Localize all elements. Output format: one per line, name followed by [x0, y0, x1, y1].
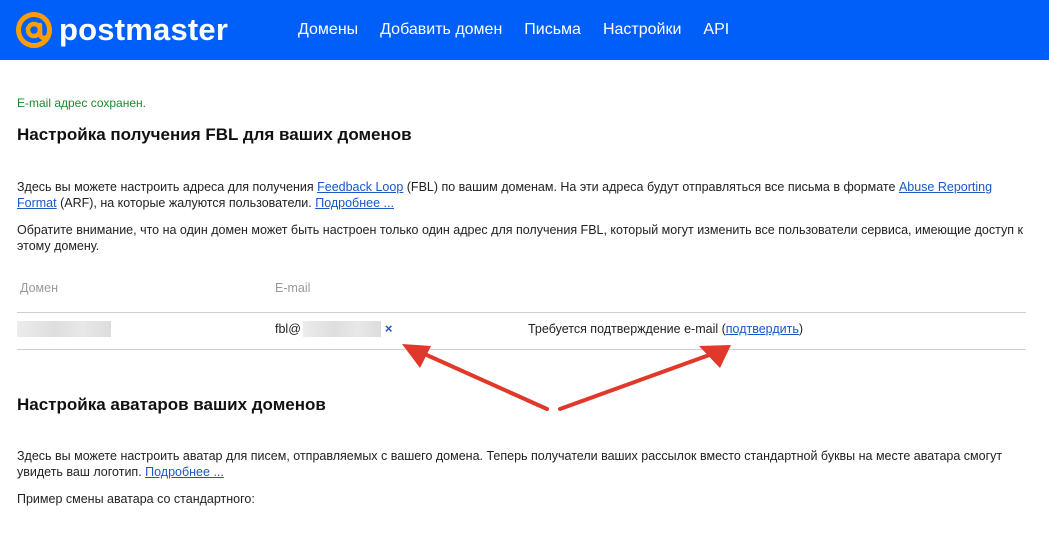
at-sign-icon: [16, 12, 52, 48]
top-header: postmaster Домены Добавить домен Письма …: [0, 0, 1049, 60]
fbl-intro-text: Здесь вы можете настроить адреса для пол…: [17, 179, 1027, 211]
fbl-email-prefix: fbl@: [275, 322, 301, 336]
column-header-domain: Домен: [20, 281, 59, 295]
avatar-example-label: Пример смены аватара со стандартного:: [17, 492, 255, 506]
fbl-section-title: Настройка получения FBL для ваших домено…: [17, 125, 412, 144]
arrow-to-delete-icon: [402, 344, 549, 411]
main-nav: Домены Добавить домен Письма Настройки A…: [298, 0, 751, 60]
delete-email-icon[interactable]: ×: [385, 321, 393, 337]
fbl-notice-text: Обратите внимание, что на один домен мож…: [17, 223, 1023, 253]
nav-api[interactable]: API: [703, 21, 729, 39]
fbl-intro-part3: (ARF), на которые жалуются пользователи.: [56, 196, 316, 210]
avatar-section-title: Настройка аватаров ваших доменов: [17, 395, 326, 414]
column-header-email: E-mail: [275, 281, 311, 295]
status-close: ): [798, 322, 804, 336]
success-message: E-mail адрес сохранен.: [17, 96, 146, 110]
logo-text: postmaster: [59, 12, 229, 47]
fbl-intro-part1: Здесь вы можете настроить адреса для пол…: [17, 180, 318, 194]
fbl-more-link[interactable]: Подробнее ...: [315, 196, 394, 210]
arrow-to-confirm-link: [558, 345, 731, 411]
nav-add-domain[interactable]: Добавить домен: [380, 21, 502, 39]
nav-settings[interactable]: Настройки: [603, 21, 681, 39]
table-divider-top: [17, 312, 1026, 313]
avatar-more-link[interactable]: Подробнее ...: [145, 465, 224, 479]
status-text: Требуется подтверждение e-mail (: [528, 322, 726, 336]
blurred-email-domain: [302, 321, 381, 337]
table-divider-bottom: [17, 349, 1026, 350]
confirm-link[interactable]: подтвердить: [726, 322, 799, 336]
blurred-domain-name: [17, 321, 111, 337]
nav-domains[interactable]: Домены: [298, 21, 358, 39]
postmaster-logo[interactable]: postmaster: [15, 10, 228, 50]
fbl-email-cell: fbl@ ×: [275, 321, 393, 337]
nav-letters[interactable]: Письма: [524, 21, 581, 39]
avatar-intro-text: Здесь вы можете настроить аватар для пис…: [17, 448, 1027, 480]
feedback-loop-link[interactable]: Feedback Loop: [317, 180, 403, 194]
confirmation-status: Требуется подтверждение e-mail (подтверд…: [528, 322, 803, 336]
fbl-intro-part2: (FBL) по вашим доменам. На эти адреса бу…: [403, 180, 899, 194]
